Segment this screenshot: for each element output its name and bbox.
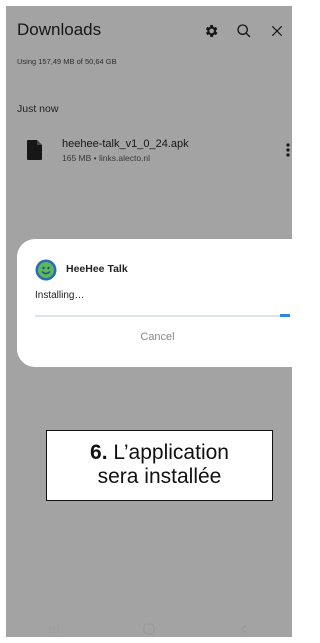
heehee-talk-app-icon [35,259,57,281]
install-status: Installing… [35,290,85,301]
install-dialog: HeeHee Talk Installing… Cancel [17,239,298,367]
recent-apps-icon[interactable] [44,622,64,636]
back-icon[interactable] [234,622,254,636]
instruction-caption: 6. L’application sera installée [46,430,273,501]
install-progress-bar [35,314,290,317]
system-navbar [6,620,292,637]
caption-line-2: sera installée [97,465,222,488]
cancel-button[interactable]: Cancel [17,331,298,343]
caption-line-1: L’application [113,441,229,464]
home-icon[interactable] [139,622,159,636]
install-progress-fill [279,314,290,317]
step-number: 6. [90,441,108,464]
app-name: HeeHee Talk [66,263,128,275]
